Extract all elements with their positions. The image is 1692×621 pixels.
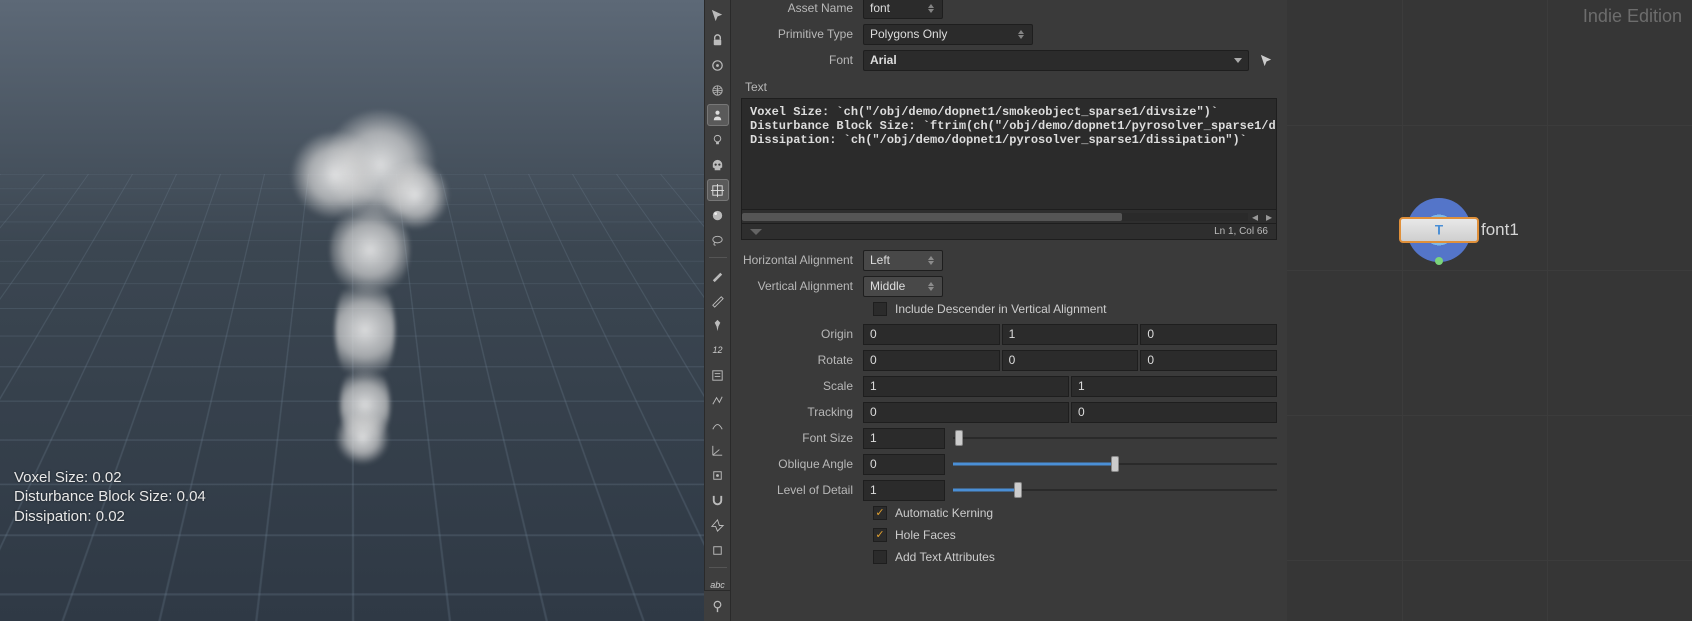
- shader-icon[interactable]: [707, 204, 729, 226]
- rotate-z-field[interactable]: 0: [1140, 350, 1277, 371]
- text-section-label: Text: [745, 80, 1277, 94]
- lod-field[interactable]: 1: [863, 480, 945, 501]
- path-icon[interactable]: [707, 389, 729, 411]
- font-size-field[interactable]: 1: [863, 428, 945, 449]
- add-text-attr-checkbox[interactable]: [873, 550, 887, 564]
- lod-slider[interactable]: [953, 480, 1277, 500]
- include-descender-label: Include Descender in Vertical Alignment: [895, 302, 1106, 316]
- tracking-x-field[interactable]: 0: [863, 402, 1069, 423]
- skull-icon[interactable]: [707, 154, 729, 176]
- auto-kerning-checkbox[interactable]: [873, 506, 887, 520]
- primitive-type-label: Primitive Type: [741, 27, 863, 41]
- globe-icon[interactable]: [707, 79, 729, 101]
- ruler-icon[interactable]: 12: [707, 339, 729, 361]
- hole-faces-checkbox[interactable]: [873, 528, 887, 542]
- viewport-grid: [0, 174, 704, 621]
- origin-y-field[interactable]: 1: [1002, 324, 1139, 345]
- asset-name-label: Asset Name: [741, 1, 863, 15]
- h-align-dropdown[interactable]: Left: [863, 250, 943, 271]
- toolstrip-bottom: [704, 590, 731, 621]
- snap-icon[interactable]: [707, 464, 729, 486]
- font-node[interactable]: T font1: [1407, 198, 1519, 262]
- note-icon[interactable]: [707, 364, 729, 386]
- brush-icon[interactable]: [707, 264, 729, 286]
- rotate-x-field[interactable]: 0: [863, 350, 1000, 371]
- font-picker-button[interactable]: [1255, 50, 1277, 71]
- overlay-line-2: Disturbance Block Size: 0.04: [14, 487, 206, 507]
- v-align-label: Vertical Alignment: [741, 279, 863, 293]
- scrollbar-thumb[interactable]: [742, 213, 1122, 221]
- add-text-attr-label: Add Text Attributes: [895, 550, 995, 564]
- curve-icon[interactable]: [707, 414, 729, 436]
- text-code-editor[interactable]: Voxel Size: `ch("/obj/demo/dopnet1/smoke…: [741, 98, 1277, 210]
- tracking-y-field[interactable]: 0: [1071, 402, 1277, 423]
- overlay-line-1: Voxel Size: 0.02: [14, 468, 206, 488]
- resize-grip-icon[interactable]: [750, 229, 762, 235]
- chevron-updown-icon: [926, 1, 936, 15]
- lock-icon[interactable]: [707, 29, 729, 51]
- chevron-updown-icon: [1016, 27, 1026, 41]
- pin-toggle-icon[interactable]: [706, 595, 728, 617]
- lod-label: Level of Detail: [741, 483, 863, 497]
- font-size-slider[interactable]: [953, 428, 1277, 448]
- box-icon[interactable]: [707, 539, 729, 561]
- chevron-down-icon: [1234, 58, 1242, 63]
- rotate-y-field[interactable]: 0: [1002, 350, 1139, 371]
- bulb-icon[interactable]: [707, 129, 729, 151]
- svg-text:T: T: [1435, 223, 1444, 238]
- origin-x-field[interactable]: 0: [863, 324, 1000, 345]
- cursor-position: Ln 1, Col 66: [1214, 226, 1268, 237]
- font-label: Font: [741, 53, 863, 67]
- magnet-icon[interactable]: [707, 489, 729, 511]
- lasso-icon[interactable]: [707, 229, 729, 251]
- font-size-label: Font Size: [741, 431, 863, 445]
- primitive-type-dropdown[interactable]: Polygons Only: [863, 24, 1033, 45]
- scale-x-field[interactable]: 1: [863, 376, 1069, 397]
- tracking-label: Tracking: [741, 405, 863, 419]
- viewport-3d[interactable]: Voxel Size: 0.02 Disturbance Block Size:…: [0, 0, 704, 621]
- asset-name-dropdown[interactable]: font: [863, 0, 943, 19]
- include-descender-checkbox[interactable]: [873, 302, 887, 316]
- oblique-field[interactable]: 0: [863, 454, 945, 475]
- rotate-label: Rotate: [741, 353, 863, 367]
- scale-label: Scale: [741, 379, 863, 393]
- edition-label: Indie Edition: [1583, 6, 1682, 27]
- node-chip[interactable]: T: [1399, 217, 1479, 243]
- node-ring-icon: T: [1407, 198, 1471, 262]
- origin-z-field[interactable]: 0: [1140, 324, 1277, 345]
- pen-icon[interactable]: [707, 289, 729, 311]
- scroll-left-icon[interactable]: ◂: [1248, 210, 1262, 224]
- scale-y-field[interactable]: 1: [1071, 376, 1277, 397]
- viewport-toolstrip: 12 abc: [704, 0, 731, 621]
- oblique-label: Oblique Angle: [741, 457, 863, 471]
- v-align-dropdown[interactable]: Middle: [863, 276, 943, 297]
- network-editor[interactable]: Indie Edition T font1: [1287, 0, 1692, 621]
- origin-label: Origin: [741, 327, 863, 341]
- editor-status-bar: Ln 1, Col 66: [741, 224, 1277, 240]
- oblique-slider[interactable]: [953, 454, 1277, 474]
- auto-kerning-label: Automatic Kerning: [895, 506, 993, 520]
- crosshair-icon[interactable]: [707, 179, 729, 201]
- axis-icon[interactable]: [707, 439, 729, 461]
- h-align-label: Horizontal Alignment: [741, 253, 863, 267]
- person-icon[interactable]: [707, 104, 729, 126]
- parameter-panel: Asset Name font Primitive Type Polygons …: [731, 0, 1287, 621]
- font-dropdown[interactable]: Arial: [863, 50, 1249, 71]
- scrollbar-track[interactable]: [742, 213, 1248, 221]
- viewport-overlay-text: Voxel Size: 0.02 Disturbance Block Size:…: [14, 468, 206, 527]
- pin-icon[interactable]: [707, 314, 729, 336]
- node-output-dot[interactable]: [1435, 257, 1443, 265]
- target-icon[interactable]: [707, 54, 729, 76]
- overlay-line-3: Dissipation: 0.02: [14, 507, 206, 527]
- scroll-right-icon[interactable]: ▸: [1262, 210, 1276, 224]
- editor-scrollbar[interactable]: ◂ ▸: [741, 210, 1277, 224]
- chevron-updown-icon: [926, 279, 936, 293]
- node-label[interactable]: font1: [1481, 220, 1519, 240]
- hole-faces-label: Hole Faces: [895, 528, 956, 542]
- chevron-updown-icon: [926, 253, 936, 267]
- cursor-icon[interactable]: [707, 4, 729, 26]
- fx-icon[interactable]: [707, 514, 729, 536]
